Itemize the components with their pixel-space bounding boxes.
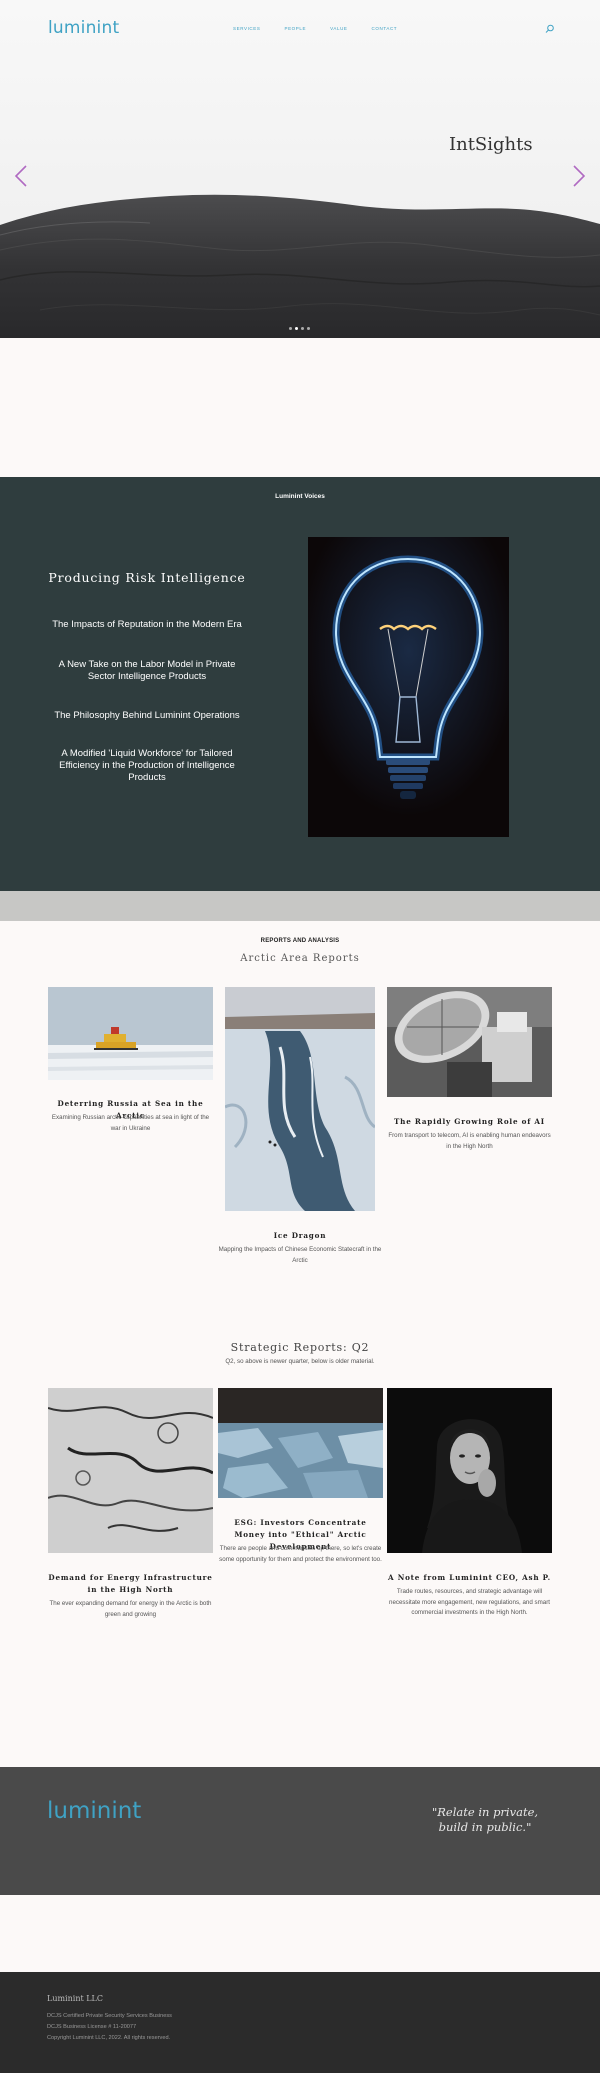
- footer-line: DCJS Certified Private Security Services…: [47, 2013, 172, 2019]
- hero-slider: luminint SERVICES PEOPLE VALUE CONTACT I…: [0, 0, 600, 338]
- site-logo[interactable]: luminint: [48, 18, 119, 38]
- card-desc: From transport to telecom, AI is enablin…: [388, 1132, 551, 1150]
- slider-dot[interactable]: [301, 327, 304, 330]
- nav-item-services[interactable]: SERVICES: [233, 26, 260, 31]
- card-title[interactable]: Ice Dragon: [215, 1230, 385, 1242]
- card-title[interactable]: Demand for Energy Infrastructure in the …: [48, 1572, 213, 1596]
- footer-line: DCJS Business License # 11-20077: [47, 2024, 137, 2030]
- strategic-subtitle: Q2, so above is newer quarter, below is …: [225, 1358, 375, 1365]
- lightbulb-image: [308, 537, 509, 837]
- voices-section: Luminint Voices Producing Risk Intellige…: [0, 477, 600, 891]
- voices-link[interactable]: A Modified 'Liquid Workforce' for Tailor…: [47, 748, 247, 784]
- frozen-river-image[interactable]: [225, 987, 375, 1211]
- nav-item-people[interactable]: PEOPLE: [284, 26, 306, 31]
- aerial-ice-image[interactable]: [48, 1388, 213, 1553]
- voices-link[interactable]: A New Take on the Labor Model in Private…: [47, 659, 247, 683]
- card-title[interactable]: The Rapidly Growing Role of AI: [387, 1116, 552, 1128]
- ceo-portrait-image[interactable]: [387, 1388, 552, 1553]
- strategic-title: Strategic Reports: Q2: [230, 1341, 370, 1354]
- footer-line: Copyright Luminint LLC, 2022. All rights…: [47, 2035, 171, 2041]
- chevron-left-icon[interactable]: [14, 164, 28, 188]
- slider-dot[interactable]: [289, 327, 292, 330]
- voices-heading: Luminint Voices: [275, 493, 325, 500]
- voices-link[interactable]: The Philosophy Behind Luminint Operation…: [47, 710, 247, 722]
- hero-title: IntSights: [449, 134, 533, 155]
- nav-item-contact[interactable]: CONTACT: [372, 26, 398, 31]
- reports-kicker: REPORTS AND ANALYSIS: [260, 938, 340, 944]
- brand-quote: "Relate in private, build in public.": [431, 1805, 539, 1834]
- card-desc: Trade routes, resources, and strategic a…: [389, 1588, 550, 1616]
- search-icon[interactable]: [545, 24, 555, 34]
- slider-dot[interactable]: [295, 327, 298, 330]
- footer: Luminint LLC DCJS Certified Private Secu…: [0, 1972, 600, 2073]
- satellite-dish-image[interactable]: [387, 987, 552, 1097]
- nav-item-value[interactable]: VALUE: [330, 26, 347, 31]
- reports-title: Arctic Area Reports: [240, 953, 360, 964]
- quote-band: luminint "Relate in private, build in pu…: [0, 1767, 600, 1895]
- icebreaker-ship-image[interactable]: [48, 987, 213, 1080]
- divider-band: [0, 891, 600, 921]
- top-nav: luminint SERVICES PEOPLE VALUE CONTACT: [0, 0, 600, 58]
- sea-ice-image[interactable]: [218, 1388, 383, 1498]
- slider-dots: [289, 327, 310, 330]
- nav-menu: SERVICES PEOPLE VALUE CONTACT: [233, 26, 421, 31]
- voices-link[interactable]: The Impacts of Reputation in the Modern …: [47, 619, 247, 631]
- card-title[interactable]: A Note from Luminint CEO, Ash P.: [387, 1572, 552, 1584]
- footer-logo[interactable]: luminint: [47, 1798, 141, 1824]
- card-desc: Examining Russian arctic capabilities at…: [51, 1114, 210, 1132]
- card-desc: Mapping the Impacts of Chinese Economic …: [218, 1246, 382, 1264]
- card-desc: There are people and communities up ther…: [219, 1545, 382, 1563]
- footer-company-name: Luminint LLC: [47, 1994, 103, 2003]
- voices-title: Producing Risk Intelligence: [48, 570, 246, 585]
- chevron-right-icon[interactable]: [572, 164, 586, 188]
- card-desc: The ever expanding demand for energy in …: [49, 1600, 212, 1618]
- slider-dot[interactable]: [307, 327, 310, 330]
